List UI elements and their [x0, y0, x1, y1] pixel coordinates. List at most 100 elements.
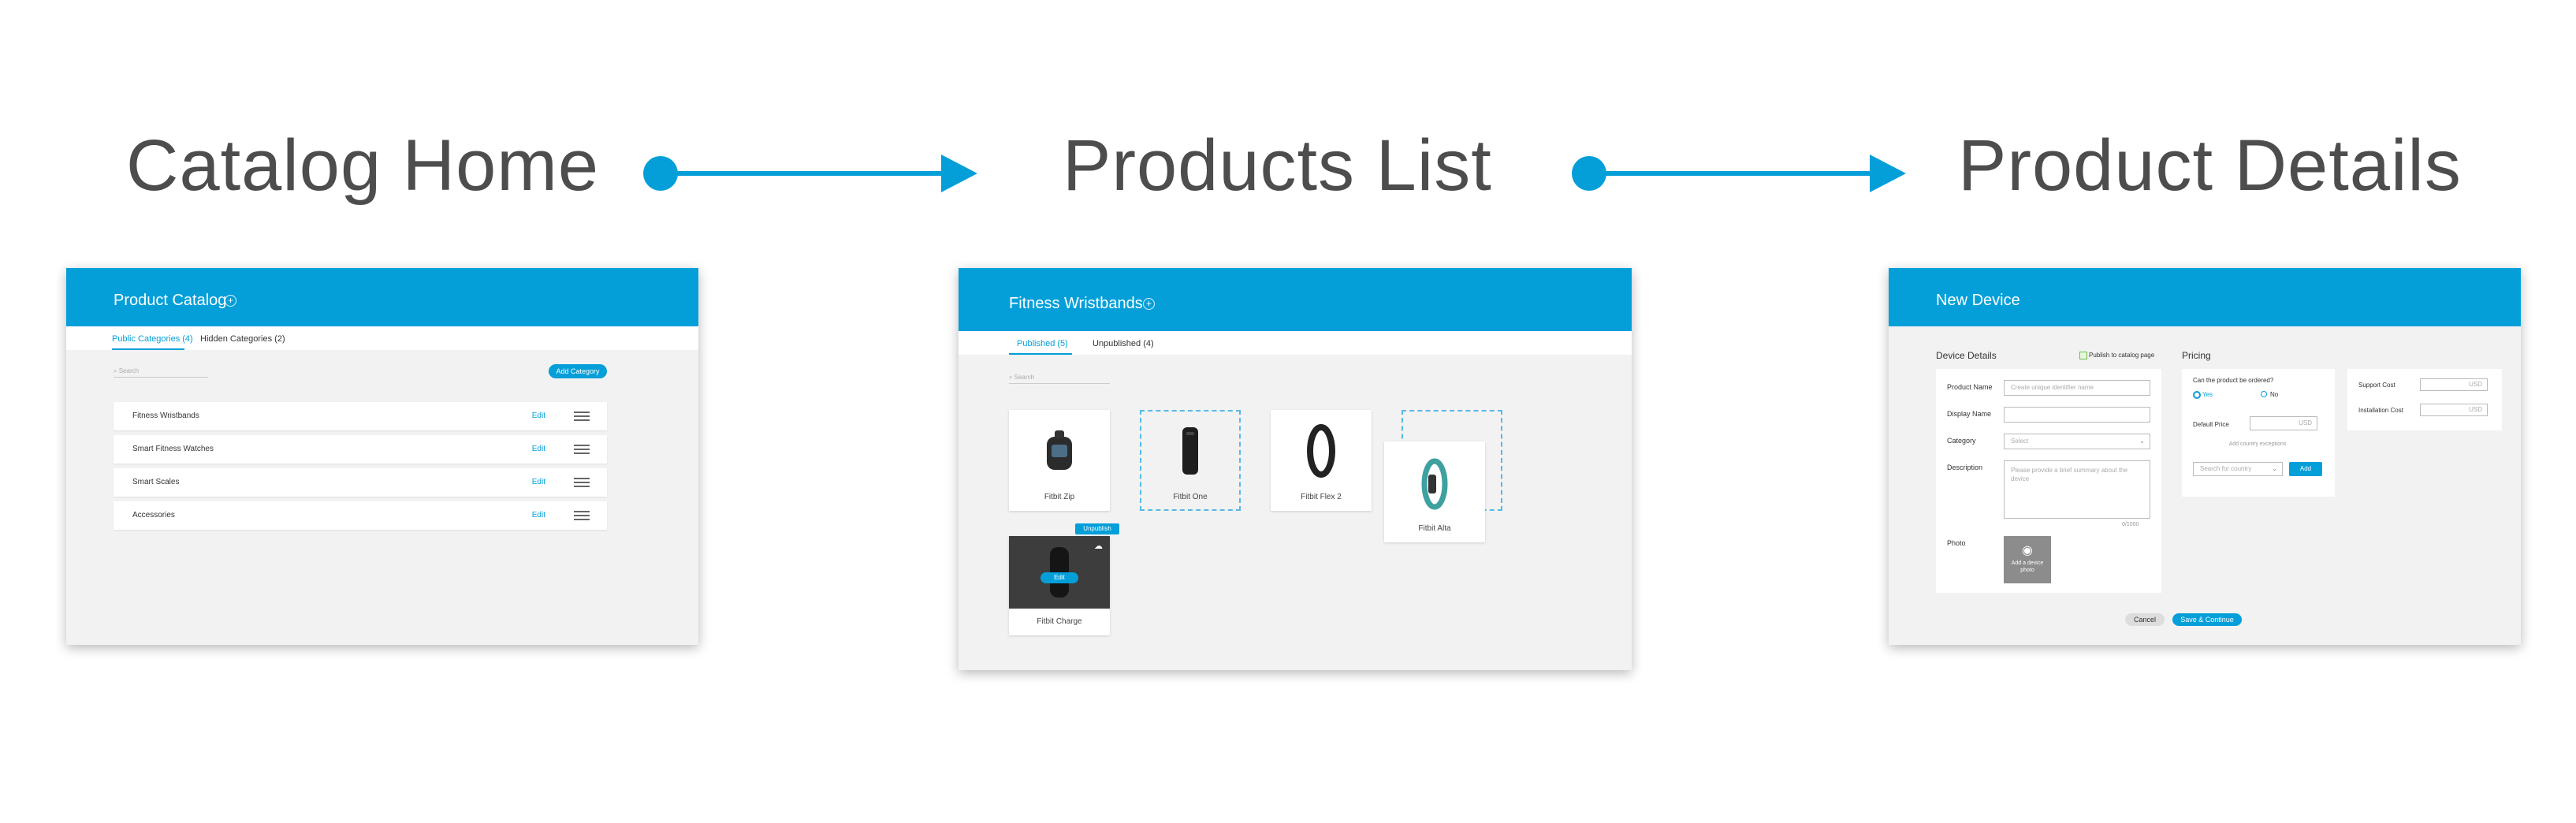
product-name: Fitbit Flex 2 [1301, 493, 1342, 501]
products-list-panel: Fitness Wristbands + Published (5) Unpub… [959, 268, 1632, 670]
catalog-home-panel: Product Catalog + Public Categories (4) … [66, 268, 698, 645]
add-category-button[interactable]: Add Category [549, 364, 607, 378]
publish-checkbox[interactable] [2079, 352, 2087, 359]
installation-cost-input[interactable]: USD [2420, 404, 2488, 416]
edit-link[interactable]: Edit [532, 412, 545, 420]
photo-label: Photo [1947, 539, 1966, 547]
product-name-label: Product Name [1947, 383, 1993, 391]
edit-link[interactable]: Edit [532, 445, 545, 453]
search-placeholder: Search [118, 367, 140, 374]
drag-handle-icon[interactable] [574, 445, 590, 454]
product-name: Fitbit Charge [1037, 617, 1082, 626]
tab-published[interactable]: Published (5) [1017, 339, 1068, 348]
search-placeholder: Search [1014, 374, 1035, 381]
category-name: Smart Fitness Watches [132, 445, 214, 453]
fitbit-alta-image [1421, 458, 1448, 510]
category-label: Category [1947, 437, 1976, 445]
search-icon: ⌕ [1009, 374, 1014, 381]
fitbit-flex-image [1307, 424, 1335, 478]
edit-button[interactable]: Edit [1040, 572, 1078, 583]
camera-icon: ◉ [2022, 544, 2033, 557]
product-name: Fitbit One [1173, 493, 1208, 501]
category-row[interactable]: Smart Fitness Watches Edit [114, 435, 607, 464]
products-title: Fitness Wristbands [1009, 295, 1143, 312]
support-cost-label: Support Cost [2358, 382, 2395, 389]
product-card[interactable]: ☁ Edit Fitbit Charge [1009, 536, 1110, 635]
country-search-select[interactable]: Search for country ⌄ [2193, 462, 2283, 476]
default-price-label: Default Price [2193, 421, 2229, 428]
products-header: Fitness Wristbands + [959, 268, 1632, 331]
radio-yes-label: Yes [2202, 391, 2213, 398]
category-placeholder: Select [2011, 438, 2029, 445]
photo-hint: Add a device photo [2011, 560, 2044, 573]
drag-handle-icon[interactable] [574, 412, 590, 421]
catalog-tabbar: Public Categories (4) Hidden Categories … [66, 326, 698, 350]
flow-arrow-1 [643, 155, 977, 192]
char-count: 0/1000 [2122, 522, 2139, 527]
category-name: Fitness Wristbands [132, 412, 199, 420]
fitbit-zip-image [1047, 430, 1072, 470]
orderable-question: Can the product be ordered? [2193, 377, 2274, 384]
catalog-header: Product Catalog + [66, 268, 698, 326]
drag-handle-icon[interactable] [574, 478, 590, 487]
products-tabbar: Published (5) Unpublished (4) [959, 331, 1632, 355]
product-name: Fitbit Zip [1044, 493, 1075, 501]
search-icon: ⌕ [114, 367, 119, 374]
tab-unpublished[interactable]: Unpublished (4) [1093, 339, 1154, 348]
chevron-down-icon: ⌄ [2139, 438, 2145, 445]
category-row[interactable]: Accessories Edit [114, 501, 607, 530]
edit-link[interactable]: Edit [532, 478, 545, 486]
product-card-dragging[interactable]: Fitbit Alta [1384, 441, 1485, 542]
product-details-panel: New Device Device Details Publish to cat… [1889, 268, 2521, 645]
details-title: New Device [1936, 292, 2020, 309]
pricing-heading: Pricing [2182, 350, 2211, 361]
edit-link[interactable]: Edit [532, 511, 545, 519]
details-header: New Device [1889, 268, 2521, 326]
add-country-exceptions[interactable]: Add country exceptions [2193, 441, 2322, 447]
photo-upload[interactable]: ◉ Add a device photo [2004, 536, 2051, 583]
support-cost-input[interactable]: USD [2420, 378, 2488, 391]
step-title-catalog-home: Catalog Home [126, 125, 600, 206]
device-details-card: Product Name Create unique identifier na… [1936, 369, 2161, 593]
description-textarea[interactable]: Please provide a brief summary about the… [2004, 460, 2150, 519]
product-name-input[interactable]: Create unique identifier name [2004, 380, 2150, 396]
add-circle-icon[interactable]: + [225, 295, 236, 307]
step-title-products-list: Products List [1063, 125, 1492, 206]
product-card[interactable]: Fitbit Flex 2 [1271, 410, 1372, 511]
radio-no[interactable] [2261, 391, 2267, 397]
category-row[interactable]: Smart Scales Edit [114, 468, 607, 497]
category-row[interactable]: Fitness Wristbands Edit [114, 402, 607, 430]
tab-hidden-categories[interactable]: Hidden Categories (2) [200, 334, 285, 344]
product-card[interactable]: Fitbit One [1140, 410, 1241, 511]
unpublish-button[interactable]: Unpublish [1075, 523, 1119, 534]
fitbit-one-image [1182, 427, 1198, 475]
catalog-search[interactable]: ⌕ Search [114, 367, 208, 378]
active-tab-indicator [1009, 353, 1072, 355]
product-card[interactable]: Fitbit Zip [1009, 410, 1110, 511]
category-name: Accessories [132, 511, 175, 519]
flow-arrow-2 [1572, 155, 1906, 192]
products-search[interactable]: ⌕ Search [1009, 374, 1110, 384]
publish-label: Publish to catalog page [2089, 352, 2155, 359]
add-country-button[interactable]: Add [2289, 462, 2322, 476]
category-select[interactable]: Select ⌄ [2004, 434, 2150, 449]
description-label: Description [1947, 464, 1983, 471]
add-circle-icon[interactable]: + [1143, 298, 1155, 310]
country-search-placeholder: Search for country [2200, 465, 2252, 472]
radio-yes[interactable] [2193, 391, 2201, 399]
cloud-icon[interactable]: ☁ [1094, 541, 1103, 551]
default-price-input[interactable]: USD [2250, 416, 2317, 430]
display-name-label: Display Name [1947, 410, 1992, 418]
display-name-input[interactable] [2004, 407, 2150, 423]
catalog-title: Product Catalog [114, 292, 227, 309]
cancel-button[interactable]: Cancel [2125, 613, 2165, 626]
tab-public-categories[interactable]: Public Categories (4) [112, 334, 193, 344]
active-tab-indicator [112, 348, 184, 350]
step-title-product-details: Product Details [1958, 125, 2462, 206]
save-continue-button[interactable]: Save & Continue [2172, 613, 2242, 626]
device-details-heading: Device Details [1936, 350, 1997, 361]
product-name: Fitbit Alta [1418, 524, 1451, 533]
installation-cost-label: Installation Cost [2358, 407, 2403, 414]
drag-handle-icon[interactable] [574, 511, 590, 520]
costs-card: Support Cost USD Installation Cost USD [2347, 369, 2502, 430]
